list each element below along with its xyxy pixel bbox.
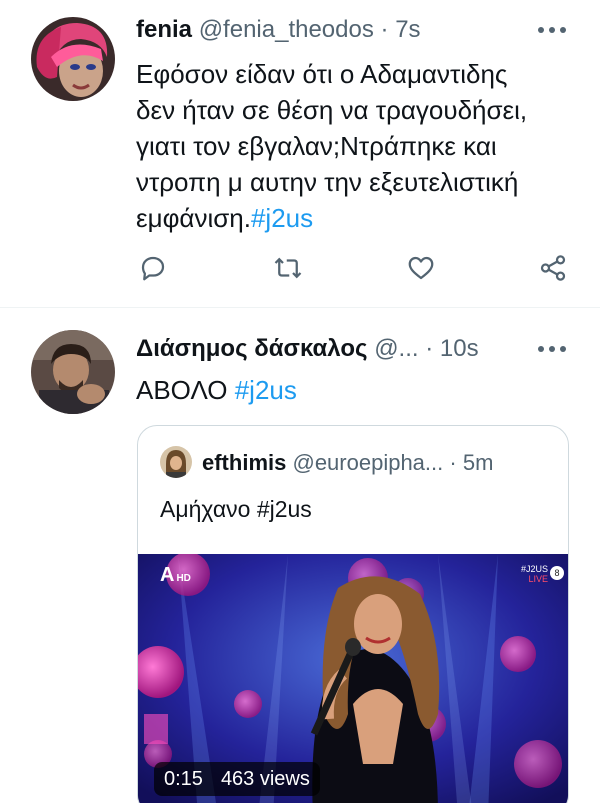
tweet-text: ΑΒΟΛΟ #j2us	[136, 372, 560, 408]
user-handle[interactable]: @...	[374, 335, 418, 362]
video-player[interactable]: A HD #J2US LIVE 8 0:15 463 views	[138, 554, 568, 803]
quote-header: efthimis @euroepipha... · 5m	[202, 449, 493, 477]
tweet-text-line: ντροπη μ αυτην την εξευτελιστική	[136, 167, 519, 197]
avatar[interactable]	[31, 17, 115, 101]
tweet-header: Διάσημος δάσκαλος @... · 10s	[136, 334, 560, 364]
tweet-text-line-end: εμφάνιση.	[136, 203, 251, 233]
overlay-tag: #J2US	[520, 564, 548, 574]
tweet-text: Εφόσον είδαν ότι ο Αδαμαντιδης δεν ήταν …	[136, 56, 560, 236]
quote-display-name[interactable]: efthimis	[202, 450, 286, 475]
retweet-icon[interactable]	[273, 253, 305, 285]
share-icon[interactable]	[538, 253, 570, 285]
video-duration: 0:15	[164, 767, 203, 790]
quote-user-handle[interactable]: @euroepipha...	[292, 450, 443, 475]
live-label: LIVE	[528, 574, 548, 584]
display-name[interactable]: Διάσημος δάσκαλος	[136, 335, 368, 362]
tweet-text-line: εμφάνιση.#j2us	[136, 200, 560, 236]
tweet-actions	[136, 253, 572, 285]
quoted-tweet[interactable]: efthimis @euroepipha... · 5m Αμήχανο #j2…	[137, 425, 569, 803]
timestamp[interactable]: 10s	[440, 335, 479, 362]
tweet-text-line: δεν ήταν σε θέση να τραγουδήσει,	[136, 95, 528, 125]
video-info-overlay: 0:15 463 views	[154, 762, 320, 796]
quote-timestamp[interactable]: 5m	[463, 450, 494, 475]
tweet[interactable]: fenia @fenia_theodos · 7s Εφόσον είδαν ό…	[0, 0, 600, 308]
tweet-text-line: Εφόσον είδαν ότι ο Αδαμαντιδης	[136, 59, 508, 89]
channel-quality: HD	[176, 573, 191, 584]
channel-logo: A HD	[160, 564, 191, 587]
channel-logo-letter: A	[160, 564, 175, 586]
live-badge: #J2US LIVE	[521, 564, 548, 584]
video-views: 463 views	[220, 767, 310, 790]
display-name[interactable]: fenia	[136, 16, 192, 43]
more-options-icon[interactable]	[536, 344, 568, 354]
hashtag-link[interactable]: #j2us	[235, 375, 297, 405]
separator-dot: ·	[425, 335, 434, 362]
tweet-header: fenia @fenia_theodos · 7s	[136, 15, 560, 45]
tweet-text-body: ΑΒΟΛΟ	[136, 375, 228, 405]
more-options-icon[interactable]	[536, 25, 568, 35]
separator-dot: ·	[380, 16, 389, 43]
tweet-text-line: γιατι τον εβγαλαν;Ντράπηκε και	[136, 131, 497, 161]
quote-avatar[interactable]	[160, 446, 192, 478]
like-icon[interactable]	[406, 253, 438, 285]
tweet[interactable]: Διάσημος δάσκαλος @... · 10s ΑΒΟΛΟ #j2us…	[0, 308, 600, 803]
rating-badge: 8	[550, 566, 564, 580]
reply-icon[interactable]	[138, 253, 170, 285]
avatar[interactable]	[31, 330, 115, 414]
user-handle[interactable]: @fenia_theodos	[199, 16, 374, 43]
separator-dot: ·	[449, 450, 457, 475]
hashtag-link[interactable]: #j2us	[251, 203, 313, 233]
timestamp[interactable]: 7s	[395, 16, 420, 43]
quote-text: Αμήχανο #j2us	[160, 496, 312, 522]
